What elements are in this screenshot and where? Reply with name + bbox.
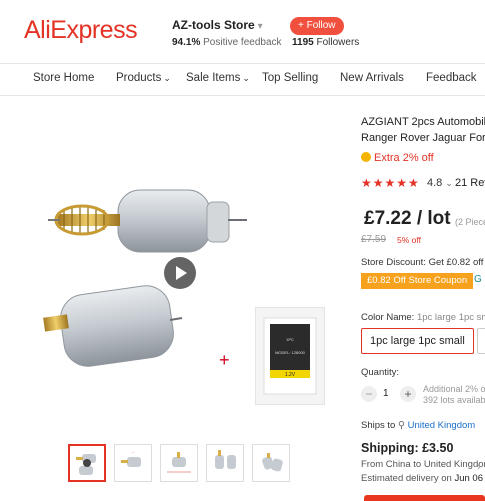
follow-button[interactable]: + Follow: [290, 17, 344, 35]
followers-count: 1195 Followers: [292, 37, 359, 48]
nav-store-home-label[interactable]: Store Home: [33, 72, 94, 84]
chevron-down-icon[interactable]: ⌄: [445, 178, 453, 188]
nav-top-selling[interactable]: Top Selling: [262, 72, 318, 84]
nav-top-selling-label[interactable]: Top Selling: [262, 72, 318, 84]
extra-offer[interactable]: Extra 2% off: [361, 152, 434, 164]
color-name-value: 1pc large 1pc small: [416, 312, 485, 323]
nav-new-arrivals[interactable]: New Arrivals: [340, 72, 404, 84]
nav-sale-items[interactable]: Sale Items ⌄: [186, 72, 250, 84]
thumbnail-5[interactable]: [252, 444, 290, 482]
thumbnail-3[interactable]: [160, 444, 198, 482]
product-title: AZGIANT 2pcs Automobile Ranger Rover Jag…: [361, 114, 485, 146]
motor-thumb-icon: [76, 454, 96, 475]
original-price: £7.59: [361, 234, 387, 245]
product-main-image[interactable]: [42, 140, 280, 370]
followers-number: 1195: [292, 37, 314, 48]
followers-label: Followers: [316, 37, 360, 48]
video-play-button[interactable]: [164, 257, 196, 289]
price-unit-note: (2 Piece: [455, 217, 485, 227]
ships-to-label: Ships to: [361, 420, 396, 431]
motor-thumb-icon: —: [121, 450, 141, 467]
reviews-count[interactable]: 21 Rev: [455, 177, 485, 189]
buy-now-button[interactable]: [364, 495, 485, 501]
rating-number[interactable]: 4.8: [427, 177, 442, 189]
feedback-percent: 94.1%: [172, 37, 201, 48]
thumbnail-1[interactable]: [68, 444, 106, 482]
nav-sale-items-label[interactable]: Sale Items: [186, 72, 240, 84]
motor-thumb-icon: [167, 452, 191, 473]
discount-badge: 5% off: [397, 235, 421, 245]
nav-feedback[interactable]: Feedback: [426, 72, 477, 84]
shipping-label: Shipping:: [361, 441, 419, 455]
motor-thumb-icon: [215, 450, 236, 469]
variant-option-selected[interactable]: 1pc large 1pc small: [361, 328, 474, 354]
store-coupon[interactable]: £0.82 Off Store Coupon: [361, 273, 474, 289]
thumbnail-4[interactable]: [206, 444, 244, 482]
rating-stars[interactable]: ★★★★★: [361, 176, 420, 190]
svg-text:—: —: [132, 450, 135, 454]
caret-down-icon[interactable]: ▾: [258, 21, 263, 32]
chevron-down-icon[interactable]: ⌄: [163, 73, 171, 83]
quantity-label: Quantity:: [361, 367, 400, 378]
nav-feedback-label[interactable]: Feedback: [426, 72, 477, 84]
store-feedback: 94.1% Positive feedback: [172, 37, 282, 48]
product-title-line1: AZGIANT 2pcs Automobile: [361, 116, 485, 128]
aliexpress-logo[interactable]: AliExpress: [24, 16, 138, 45]
nav-products[interactable]: Products ⌄: [116, 72, 171, 84]
quantity-increase-button[interactable]: +: [400, 386, 416, 402]
store-nav: Store Home Products ⌄ Sale Items ⌄ Top Sel…: [0, 63, 485, 96]
product-title-line2: Ranger Rover Jaguar Ford V: [361, 132, 485, 144]
quantity-note-line2: 392 lots availab: [423, 395, 485, 405]
package-bag-icon: 1PC MODEL: 128000 1.2V: [263, 317, 317, 395]
package-text-1: 1PC: [286, 337, 294, 342]
store-name-text[interactable]: AZ-tools Store: [172, 18, 255, 32]
coin-icon: [361, 152, 371, 162]
store-discount: Store Discount: Get £0.82 off c: [361, 257, 485, 268]
rating-value[interactable]: 4.8 ⌄: [427, 177, 453, 189]
feedback-label: Positive feedback: [203, 37, 282, 48]
delivery-date: Jun 06: [454, 473, 483, 484]
package-text-2: MODEL: 128000: [275, 350, 306, 355]
color-name-key: Color Name:: [361, 312, 415, 323]
package-text-3: 1.2V: [285, 372, 296, 378]
quantity-note-line1: Additional 2% o: [423, 384, 485, 394]
ships-to-location[interactable]: United Kingdom: [408, 420, 476, 431]
shipping-cost: Shipping: £3.50: [361, 441, 453, 455]
package-image[interactable]: 1PC MODEL: 128000 1.2V: [255, 307, 325, 405]
shipping-price: £3.50: [422, 441, 454, 455]
chevron-down-icon[interactable]: ⌄: [242, 73, 250, 83]
estimated-delivery: Estimated delivery on Jun 06: [361, 473, 483, 484]
nav-products-label[interactable]: Products: [116, 72, 161, 84]
nav-new-arrivals-label[interactable]: New Arrivals: [340, 72, 404, 84]
store-name[interactable]: AZ-tools Store ▾: [172, 18, 263, 32]
motor-thumb-icon: [262, 453, 283, 472]
ships-to[interactable]: Ships to ⚲ United Kingdom: [361, 420, 475, 431]
get-coupon-link[interactable]: G: [474, 274, 482, 285]
chevron-right-icon[interactable]: ›: [477, 461, 481, 473]
thumbnail-2[interactable]: —: [114, 444, 152, 482]
nav-store-home[interactable]: Store Home: [33, 72, 94, 84]
color-name-label: Color Name: 1pc large 1pc small: [361, 312, 485, 323]
product-price: £7.22 / lot: [364, 208, 451, 229]
quantity-note: Additional 2% o 392 lots availab: [423, 384, 485, 406]
location-pin-icon: ⚲: [397, 420, 405, 431]
extra-offer-label[interactable]: Extra 2% off: [374, 152, 434, 164]
shipping-route: From China to United Kingdom: [361, 459, 485, 470]
quantity-decrease-button[interactable]: −: [361, 386, 377, 402]
plus-sign: +: [219, 350, 230, 370]
variant-option-2[interactable]: [477, 328, 485, 354]
quantity-value[interactable]: 1: [383, 388, 389, 399]
delivery-label: Estimated delivery on: [361, 473, 452, 484]
